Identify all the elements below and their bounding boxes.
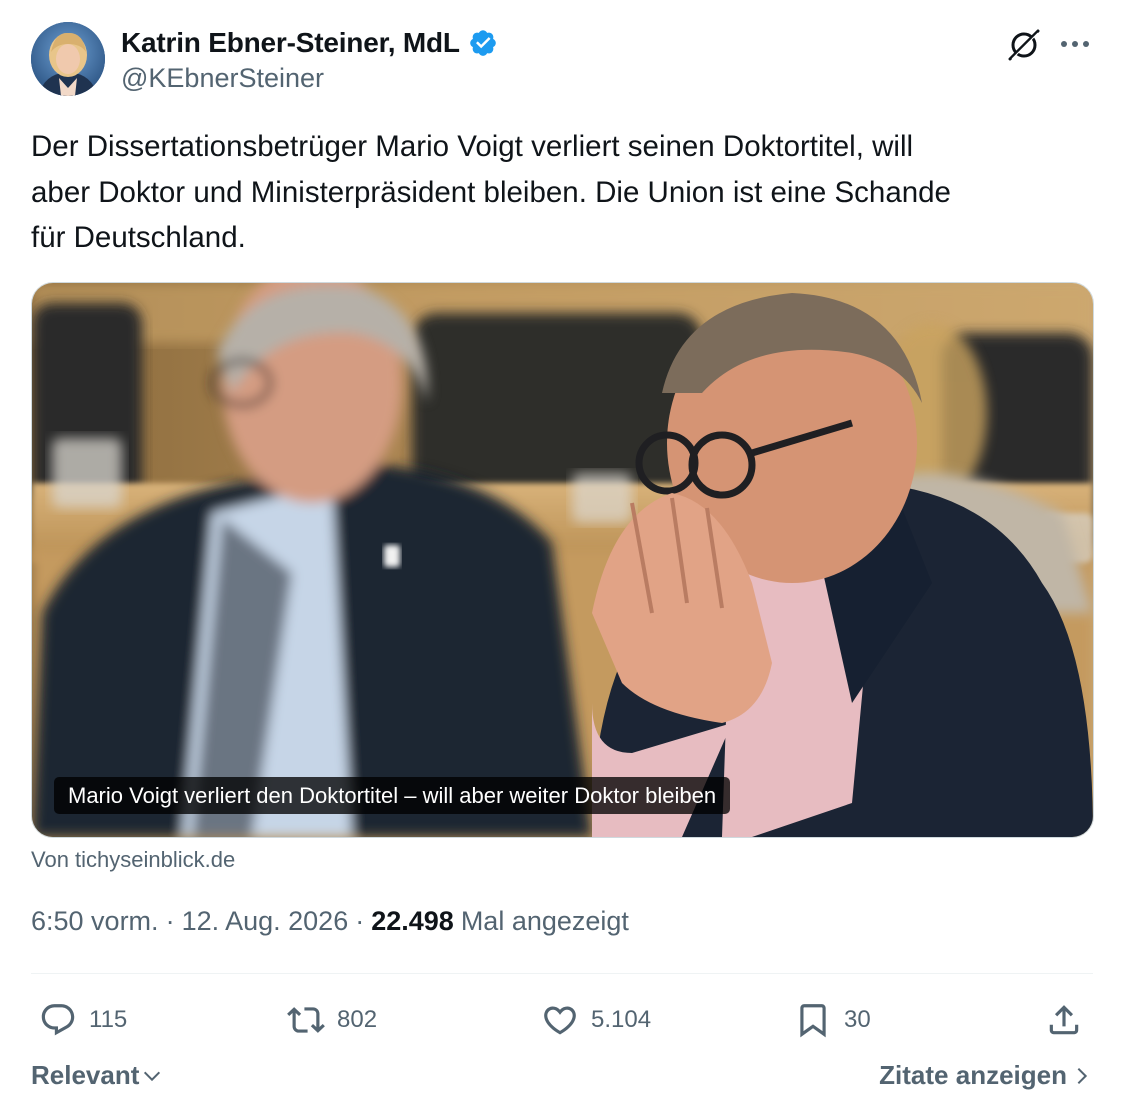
share-icon (1049, 1005, 1079, 1035)
like-button[interactable]: 5.104 (541, 996, 651, 1044)
grok-icon[interactable] (1005, 26, 1043, 64)
meta-separator: · (355, 906, 365, 936)
view-quotes-link[interactable]: Zitate anzeigen (879, 1060, 1093, 1091)
author-handle[interactable]: @KEbnerSteiner (121, 63, 324, 94)
repost-button[interactable]: 802 (287, 996, 377, 1044)
views-label[interactable]: Mal angezeigt (461, 906, 629, 937)
view-quotes-label: Zitate anzeigen (879, 1060, 1067, 1090)
sort-label: Relevant (31, 1060, 140, 1090)
replies-footer: Relevant Zitate anzeigen (31, 1060, 1093, 1100)
heart-icon (544, 1006, 576, 1035)
verified-badge-icon[interactable] (468, 28, 498, 58)
link-card-caption: Mario Voigt verliert den Doktortitel – w… (54, 777, 731, 814)
tweet-header: Katrin Ebner-Steiner, MdL @KEbnerSteiner (31, 22, 1093, 102)
reply-icon (41, 1004, 75, 1036)
views-count[interactable]: 22.498 (371, 906, 454, 937)
tweet-time[interactable]: 6:50 vorm. (31, 906, 159, 937)
bookmark-button[interactable]: 30 (794, 996, 871, 1044)
divider (31, 973, 1093, 974)
tweet-date[interactable]: 12. Aug. 2026 (182, 906, 349, 937)
action-bar: 115 802 5.104 30 (31, 996, 1093, 1044)
share-button[interactable] (1045, 996, 1083, 1044)
tweet-meta: 6:50 vorm. · 12. Aug. 2026 · 22.498 Mal … (31, 906, 629, 937)
tweet-text: Der Dissertationsbetrüger Mario Voigt ve… (31, 130, 951, 254)
repost-icon (287, 1007, 325, 1033)
reply-button[interactable]: 115 (39, 996, 127, 1044)
sort-dropdown[interactable]: Relevant (31, 1060, 163, 1091)
link-card-source[interactable]: Von tichyseinblick.de (31, 847, 235, 873)
more-dots-icon[interactable] (1057, 26, 1093, 62)
reply-count: 115 (89, 1006, 128, 1033)
link-card-image (32, 283, 1093, 837)
bookmark-count: 30 (844, 1006, 871, 1033)
like-count: 5.104 (591, 1006, 652, 1033)
link-card[interactable]: Mario Voigt verliert den Doktortitel – w… (31, 282, 1094, 838)
chevron-down-icon (144, 1071, 161, 1081)
author-name-row: Katrin Ebner-Steiner, MdL (121, 25, 498, 61)
author-display-name[interactable]: Katrin Ebner-Steiner, MdL (121, 27, 460, 59)
avatar[interactable] (31, 22, 105, 96)
chevron-right-icon (1077, 1067, 1088, 1084)
avatar-image (31, 22, 105, 96)
bookmark-icon (800, 1004, 826, 1038)
repost-count: 802 (337, 1006, 378, 1033)
meta-separator: · (165, 906, 175, 936)
